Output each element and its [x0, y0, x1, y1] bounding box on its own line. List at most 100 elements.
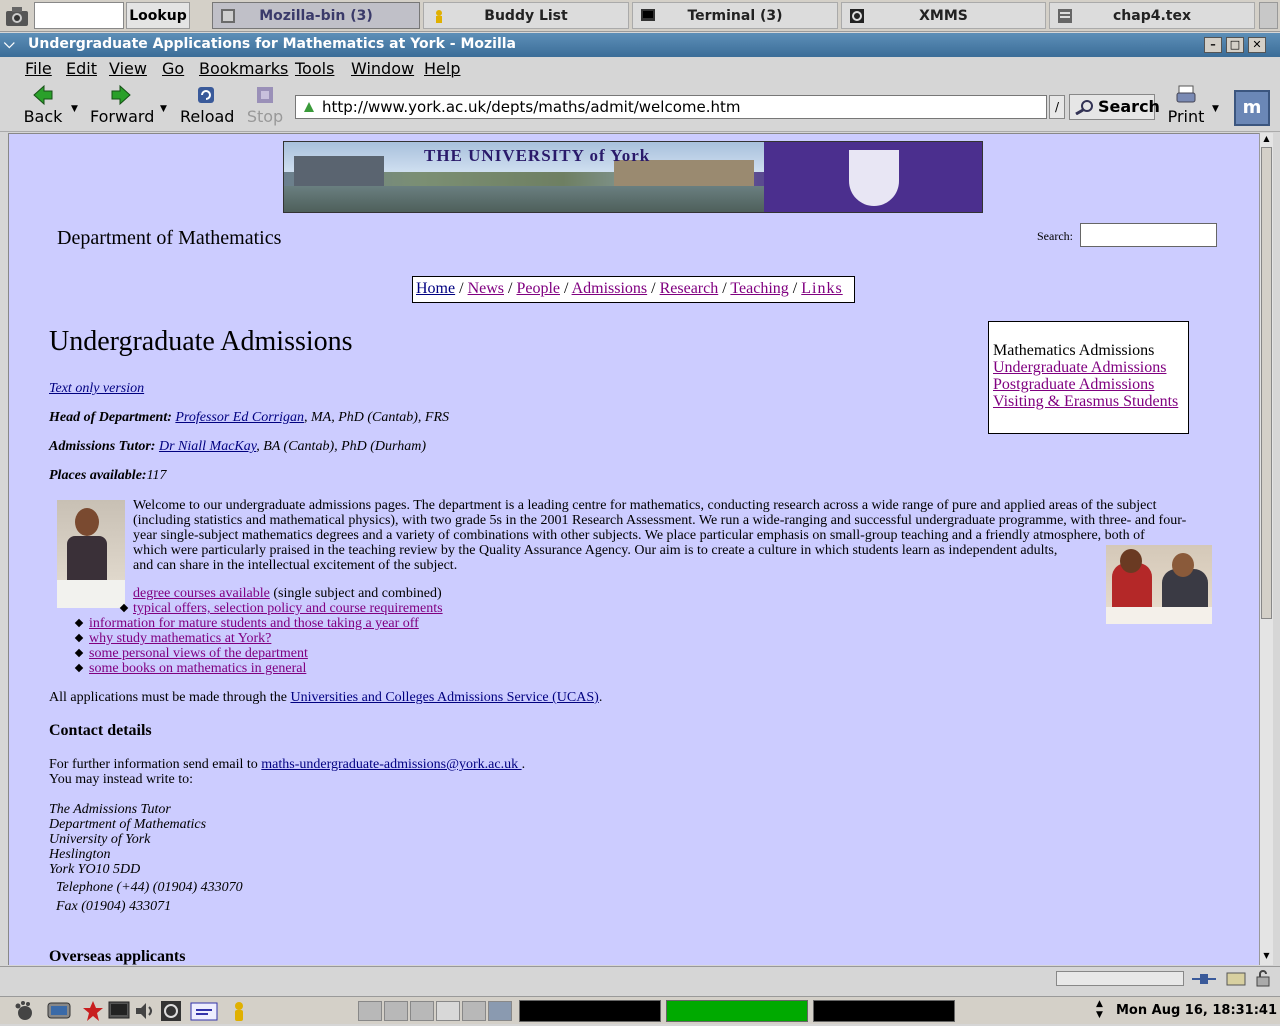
menu-tools[interactable]: Tools [295, 59, 334, 78]
scroll-down-icon[interactable]: ▼ [1261, 951, 1272, 963]
page-content: THE UNIVERSITY of York Department of Mat… [8, 133, 1259, 965]
url-input[interactable]: http://www.york.ac.uk/depts/maths/admit/… [295, 95, 1047, 119]
minimize-button[interactable]: – [1204, 37, 1222, 53]
telephone-line: Telephone (+44) (01904) 433070 [56, 880, 243, 895]
places-available: Places available:117 [49, 468, 167, 483]
menu-bookmarks[interactable]: Bookmarks [199, 59, 288, 78]
ucas-link[interactable]: Universities and Colleges Admissions Ser… [290, 690, 598, 705]
workspace-3[interactable] [410, 1001, 434, 1021]
navigation-toolbar: Back ▼ Forward ▼ Reload Stop http://www.… [0, 82, 1280, 132]
department-title: Department of Mathematics [57, 227, 282, 249]
terminal-icon [641, 9, 655, 23]
scrollbar-thumb[interactable] [1261, 147, 1272, 619]
hod-link[interactable]: Professor Ed Corrigan [175, 410, 304, 425]
reload-button[interactable]: Reload [180, 84, 234, 126]
site-icon [302, 100, 316, 114]
email-line: For further information send email to ma… [49, 757, 526, 772]
window-titlebar[interactable]: ⌵ Undergraduate Applications for Mathema… [0, 33, 1280, 57]
print-dropdown-icon[interactable]: ▼ [1212, 104, 1219, 114]
task-xmms[interactable]: XMMS [841, 2, 1046, 29]
panel-scroll-handle[interactable] [1259, 2, 1278, 29]
task-label: Mozilla-bin (3) [259, 7, 373, 24]
admissions-sidebox: Mathematics Admissions Undergraduate Adm… [988, 321, 1189, 434]
nav-teaching[interactable]: Teaching [730, 280, 788, 297]
lookup-button[interactable]: Lookup [126, 2, 190, 29]
sidebox-link-undergraduate[interactable]: Undergraduate Admissions [993, 359, 1188, 376]
workspace-2[interactable] [384, 1001, 408, 1021]
back-button[interactable]: Back [23, 84, 63, 126]
forward-dropdown-icon[interactable]: ▼ [160, 104, 167, 114]
contact-heading: Contact details [49, 722, 152, 739]
bullet-personal-views: some personal views of the department [74, 646, 308, 661]
workspace-4[interactable] [436, 1001, 460, 1021]
nav-home[interactable]: Home [416, 280, 455, 297]
menu-view[interactable]: View [109, 59, 147, 78]
bullet-typical-offers: typical offers, selection policy and cou… [119, 601, 443, 616]
text-only-link[interactable]: Text only version [49, 381, 144, 397]
memory-load-graph [666, 1000, 808, 1022]
nav-news[interactable]: News [468, 280, 504, 297]
email-link[interactable]: maths-undergraduate-admissions@york.ac.u… [261, 757, 521, 772]
welcome-text: Welcome to our undergraduate admissions … [133, 498, 1187, 573]
screenshot-icon[interactable] [4, 3, 30, 29]
menu-go[interactable]: Go [162, 59, 184, 78]
clock-spin-arrows-icon[interactable]: ▲ ▼ [1096, 999, 1103, 1021]
nav-people[interactable]: People [516, 280, 560, 297]
nav-links[interactable]: Links [801, 280, 842, 297]
tutor-link[interactable]: Dr Niall MacKay [159, 439, 256, 454]
close-button[interactable]: ✕ [1248, 37, 1266, 53]
display-settings-icon[interactable] [46, 1000, 71, 1022]
mozilla-throbber-icon[interactable]: m [1234, 90, 1270, 126]
task-chap4[interactable]: chap4.tex [1049, 2, 1255, 29]
stop-button[interactable]: Stop [246, 84, 284, 126]
task-mozilla[interactable]: Mozilla-bin (3) [212, 2, 420, 29]
menu-help[interactable]: Help [424, 59, 460, 78]
terminal-launcher-icon[interactable] [108, 1000, 130, 1022]
clock: Mon Aug 16, 18:31:41 [1116, 1003, 1278, 1018]
site-search-input[interactable] [1080, 223, 1217, 247]
bullet-why-study: why study mathematics at York? [74, 631, 271, 646]
search-button[interactable]: Search [1069, 94, 1160, 120]
xmms-icon [850, 9, 864, 23]
menu-edit[interactable]: Edit [66, 59, 97, 78]
task-buddy-list[interactable]: Buddy List [423, 2, 629, 29]
gnome-foot-icon[interactable] [12, 1000, 34, 1022]
component-bar-icon[interactable] [1226, 970, 1246, 992]
task-terminal[interactable]: Terminal (3) [632, 2, 838, 29]
bullet-degree-courses: degree courses available (single subject… [133, 586, 442, 601]
dictionary-lookup-input[interactable] [34, 2, 124, 29]
buddy-launcher-icon[interactable] [228, 1000, 250, 1022]
xmms-launcher-icon[interactable] [160, 1000, 182, 1022]
scroll-up-icon[interactable]: ▲ [1261, 134, 1272, 146]
progress-meter [1056, 971, 1184, 986]
mail-icon[interactable] [190, 1000, 218, 1022]
nav-admissions[interactable]: Admissions [572, 280, 648, 297]
network-load-graph [813, 1000, 955, 1022]
back-dropdown-icon[interactable]: ▼ [71, 104, 78, 114]
sidebox-link-visiting[interactable]: Visiting & Erasmus Students [993, 393, 1188, 410]
security-icon [1254, 970, 1272, 992]
address-line: The Admissions Tutor [49, 802, 171, 817]
star-icon[interactable] [82, 1000, 104, 1022]
forward-button[interactable]: Forward [90, 84, 154, 126]
mozilla-task-icon [221, 9, 235, 23]
window-menu-icon[interactable]: ⌵ [4, 36, 22, 54]
task-label: chap4.tex [1112, 7, 1191, 24]
task-label: XMMS [919, 7, 968, 24]
workspace-5[interactable] [462, 1001, 486, 1021]
menu-file[interactable]: File [25, 59, 52, 78]
workspace-6[interactable] [488, 1001, 512, 1021]
url-history-dropdown[interactable]: / [1049, 95, 1065, 119]
maximize-button[interactable]: □ [1226, 37, 1244, 53]
status-bar [0, 966, 1280, 992]
address-line: University of York [49, 832, 151, 847]
menu-window[interactable]: Window [351, 59, 414, 78]
print-button[interactable]: Print [1166, 84, 1206, 126]
nav-research[interactable]: Research [660, 280, 719, 297]
sidebox-link-postgraduate[interactable]: Postgraduate Admissions [993, 376, 1188, 393]
workspace-1[interactable] [358, 1001, 382, 1021]
bullet-books: some books on mathematics in general [74, 661, 306, 676]
volume-icon[interactable] [134, 1000, 156, 1022]
vertical-scrollbar[interactable]: ▲ ▼ [1259, 133, 1273, 965]
stop-icon [254, 84, 276, 106]
